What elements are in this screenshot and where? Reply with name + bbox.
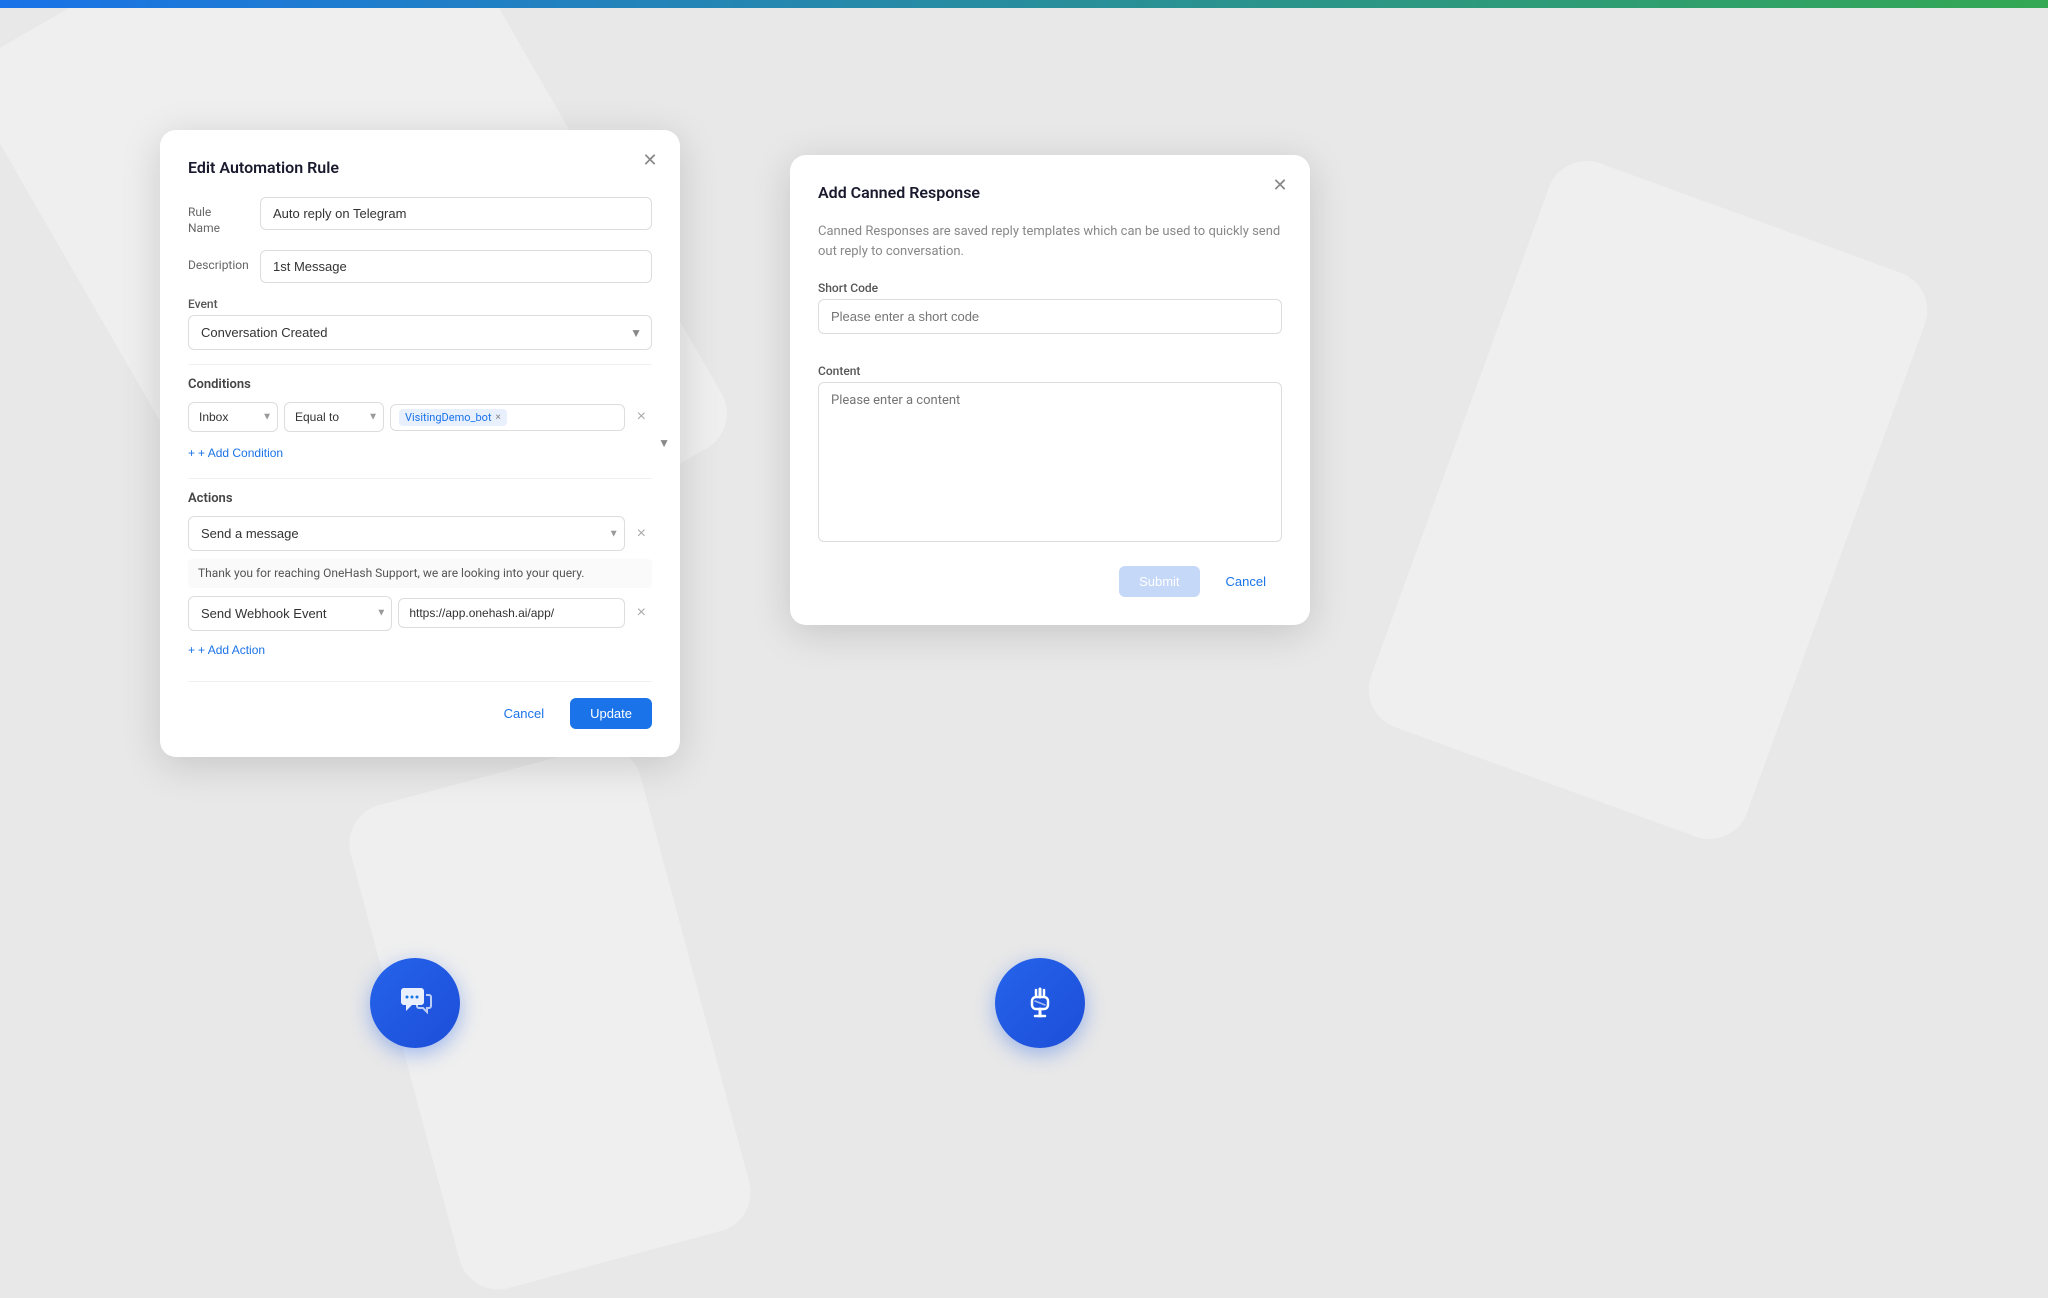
action-1-content: Thank you for reaching OneHash Support, …: [188, 559, 652, 588]
webhook-url-input[interactable]: [398, 598, 624, 628]
action-2-type-wrapper: Send Webhook Event Send a message ▼: [188, 596, 392, 631]
divider-1: [188, 364, 652, 365]
short-code-group: Short Code: [818, 281, 1282, 350]
rule-name-row: RuleName: [188, 197, 652, 236]
actions-section: Actions Send a message Send an email ▼ ×…: [188, 491, 652, 661]
action-1-type-wrapper: Send a message Send an email ▼: [188, 516, 625, 551]
chat-icon: [393, 981, 437, 1025]
content-textarea[interactable]: [818, 382, 1282, 542]
event-select[interactable]: Conversation Created Conversation Update…: [188, 315, 652, 350]
condition-operator-wrapper: Equal to Not Equal to ▼: [284, 402, 384, 432]
left-modal-close-button[interactable]: ✕: [636, 146, 664, 174]
condition-operator-select[interactable]: Equal to Not Equal to: [284, 402, 384, 432]
add-condition-label: + Add Condition: [198, 446, 283, 460]
short-code-input[interactable]: [818, 299, 1282, 334]
event-select-wrapper: Conversation Created Conversation Update…: [188, 315, 652, 350]
event-label: Event: [188, 297, 652, 311]
left-cancel-button[interactable]: Cancel: [488, 698, 560, 729]
condition-field-wrapper: Inbox Status ▼: [188, 402, 278, 432]
update-button[interactable]: Update: [570, 698, 652, 729]
add-action-button[interactable]: + + Add Action: [188, 639, 265, 661]
right-cancel-button[interactable]: Cancel: [1210, 566, 1282, 597]
right-modal-footer: Submit Cancel: [818, 566, 1282, 597]
divider-2: [188, 478, 652, 479]
top-gradient-bar: [0, 0, 2048, 8]
add-condition-button[interactable]: + + Add Condition: [188, 442, 283, 464]
left-modal-footer: Cancel Update: [188, 681, 652, 729]
add-action-label: + Add Action: [198, 643, 265, 657]
condition-value-tags[interactable]: VisitingDemo_bot × ▼: [390, 404, 625, 431]
description-row: Description: [188, 250, 652, 283]
short-code-label: Short Code: [818, 281, 1282, 295]
submit-button[interactable]: Submit: [1119, 566, 1199, 597]
condition-row: Inbox Status ▼ Equal to Not Equal to ▼ V…: [188, 402, 652, 432]
plug-icon: [1018, 981, 1062, 1025]
condition-tag-visiting-demo: VisitingDemo_bot ×: [399, 409, 507, 426]
action-2-type-select[interactable]: Send Webhook Event Send a message: [188, 596, 392, 631]
condition-tag-close-icon[interactable]: ×: [496, 412, 501, 423]
action-1-select-wrapper: Send a message Send an email ▼: [188, 516, 625, 551]
content-label: Content: [818, 364, 1282, 378]
event-group: Event Conversation Created Conversation …: [188, 297, 652, 350]
action-row-1: Send a message Send an email ▼ ×: [188, 516, 652, 551]
action-1-type-select[interactable]: Send a message Send an email: [188, 516, 625, 551]
description-input[interactable]: [260, 250, 652, 283]
edit-automation-rule-modal: ✕ Edit Automation Rule RuleName Descript…: [160, 130, 680, 757]
conditions-section: Conditions Inbox Status ▼ Equal to Not E…: [188, 377, 652, 464]
action-2-select-wrapper: Send Webhook Event Send a message ▼: [188, 596, 392, 631]
description-label: Description: [188, 250, 260, 274]
remove-condition-button[interactable]: ×: [631, 407, 652, 427]
rule-name-label: RuleName: [188, 197, 260, 236]
left-modal-title: Edit Automation Rule: [188, 158, 652, 177]
bg-shape-2: [1357, 150, 1938, 851]
add-action-icon: +: [188, 643, 195, 657]
content-group: Content: [818, 364, 1282, 546]
action-1-message-text: Thank you for reaching OneHash Support, …: [198, 566, 584, 580]
add-condition-icon: +: [188, 446, 195, 460]
add-canned-response-modal: ✕ Add Canned Response Canned Responses a…: [790, 155, 1310, 625]
actions-label: Actions: [188, 491, 652, 506]
action-row-2: Send Webhook Event Send a message ▼ ×: [188, 596, 652, 631]
right-modal-close-button[interactable]: ✕: [1266, 171, 1294, 199]
condition-tag-label: VisitingDemo_bot: [405, 411, 492, 424]
conditions-label: Conditions: [188, 377, 652, 392]
condition-field-select[interactable]: Inbox Status: [188, 402, 278, 432]
remove-action-1-button[interactable]: ×: [631, 524, 652, 544]
right-modal-subtitle: Canned Responses are saved reply templat…: [818, 222, 1282, 261]
fab-chat-button[interactable]: [370, 958, 460, 1048]
fab-canned-response-button[interactable]: [995, 958, 1085, 1048]
remove-action-2-button[interactable]: ×: [631, 603, 652, 623]
condition-tags-arrow-icon: ▼: [658, 436, 670, 450]
right-modal-title: Add Canned Response: [818, 183, 1282, 202]
rule-name-input[interactable]: [260, 197, 652, 230]
